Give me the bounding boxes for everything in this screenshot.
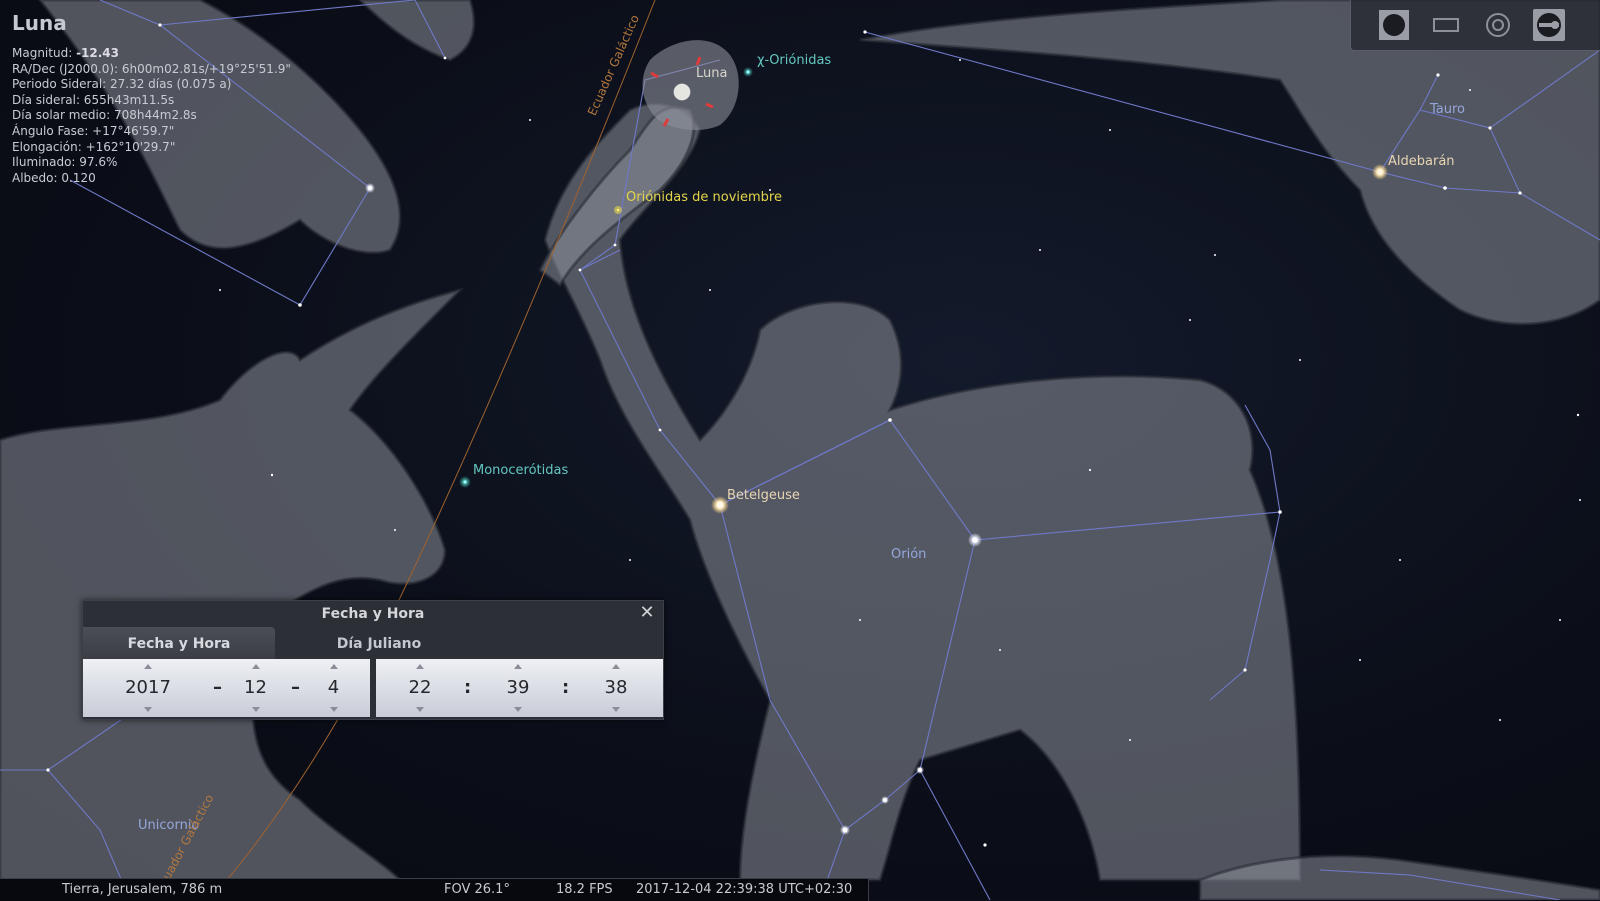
info-row-sidereal-day: Día sideral: 655h43m11.5s xyxy=(12,92,175,107)
hour-value[interactable]: 22 xyxy=(396,678,444,698)
second-up-arrow-icon[interactable] xyxy=(612,664,620,669)
info-row-elongation: Elongación: +162°10'29.7" xyxy=(12,139,176,154)
date-time-dialog[interactable]: Fecha y Hora ✕ Fecha y Hora Día Juliano … xyxy=(82,600,664,720)
second-down-arrow-icon[interactable] xyxy=(612,707,620,712)
orion-label[interactable]: Orión xyxy=(891,547,926,562)
hour-down-arrow-icon[interactable] xyxy=(416,707,424,712)
wrench-icon[interactable] xyxy=(1533,9,1565,41)
date-separator: – xyxy=(291,677,300,698)
day-spinner[interactable]: 4 xyxy=(311,659,356,717)
object-name: Luna xyxy=(12,11,67,35)
upper-mid-art xyxy=(357,0,476,62)
tab-julian-day[interactable]: Día Juliano xyxy=(279,627,479,659)
circle-icon[interactable] xyxy=(1378,9,1410,41)
month-spinner[interactable]: 12 xyxy=(233,659,278,717)
second-spinner[interactable]: 38 xyxy=(592,659,640,717)
tab-date-time[interactable]: Fecha y Hora xyxy=(83,627,275,659)
year-value[interactable]: 2017 xyxy=(103,678,193,698)
day-up-arrow-icon[interactable] xyxy=(329,664,338,669)
minute-down-arrow-icon[interactable] xyxy=(514,707,522,712)
location-text[interactable]: Tierra, Jerusalem, 786 m xyxy=(62,882,222,897)
minute-spinner[interactable]: 39 xyxy=(494,659,542,717)
month-up-arrow-icon[interactable] xyxy=(251,664,260,669)
time-separator: : xyxy=(562,677,570,698)
year-up-arrow-icon[interactable] xyxy=(144,664,152,669)
date-separator: – xyxy=(213,677,222,698)
info-row-sidereal-period: Periodo Sideral: 27.32 días (0.075 a) xyxy=(12,77,232,92)
hour-spinner[interactable]: 22 xyxy=(396,659,444,717)
november-orionids-label[interactable]: Oriónidas de noviembre xyxy=(626,190,782,205)
month-value[interactable]: 12 xyxy=(233,678,278,698)
chi-orionids-label[interactable]: χ-Oriónidas xyxy=(757,53,831,68)
status-bar: Tierra, Jerusalem, 786 m FOV 26.1° 18.2 … xyxy=(0,878,869,901)
top-toolbar xyxy=(1350,0,1600,51)
minute-up-arrow-icon[interactable] xyxy=(514,664,522,669)
moon-marker[interactable] xyxy=(642,40,739,130)
orion-art xyxy=(543,102,1302,882)
close-icon[interactable]: ✕ xyxy=(637,603,657,623)
minute-value[interactable]: 39 xyxy=(494,678,542,698)
lower-right-art xyxy=(1198,854,1600,900)
taurus-label[interactable]: Tauro xyxy=(1430,102,1465,117)
day-down-arrow-icon[interactable] xyxy=(329,707,338,712)
datetime-text[interactable]: 2017-12-04 22:39:38 UTC+02:30 xyxy=(636,882,852,897)
info-row-illuminated: Iluminado: 97.6% xyxy=(12,155,118,170)
monocerotids-label[interactable]: Monocerótidas xyxy=(473,463,568,478)
betelgeuse-label[interactable]: Betelgeuse xyxy=(727,488,800,503)
info-row-radec: RA/Dec (J2000.0): 6h00m02.81s/+19°25'51.… xyxy=(12,61,291,76)
rectangle-icon[interactable] xyxy=(1430,9,1462,41)
object-info-panel: Luna Magnitud: -12.43 RA/Dec (J2000.0): … xyxy=(12,10,291,186)
year-down-arrow-icon[interactable] xyxy=(144,707,152,712)
info-row-phase-angle: Ángulo Fase: +17°46'59.7" xyxy=(12,123,175,138)
monoceros-art xyxy=(0,287,465,882)
target-icon[interactable] xyxy=(1482,9,1514,41)
time-separator: : xyxy=(464,677,472,698)
info-row-mean-solar-day: Día solar medio: 708h44m2.8s xyxy=(12,108,197,123)
hour-up-arrow-icon[interactable] xyxy=(416,664,424,669)
second-value[interactable]: 38 xyxy=(592,678,640,698)
month-down-arrow-icon[interactable] xyxy=(251,707,260,712)
dialog-title: Fecha y Hora xyxy=(321,606,425,622)
fps-text: 18.2 FPS xyxy=(556,882,613,897)
info-row-albedo: Albedo: 0.120 xyxy=(12,170,96,185)
year-spinner[interactable]: 2017 xyxy=(103,659,193,717)
info-row-magnitude: Magnitud: -12.43 xyxy=(12,46,119,60)
date-spinbox: 2017 – 12 – 4 xyxy=(83,659,370,717)
fov-text: FOV 26.1° xyxy=(444,882,510,897)
aldebaran-label[interactable]: Aldebarán xyxy=(1388,154,1455,169)
moon-label[interactable]: Luna xyxy=(696,66,727,81)
day-value[interactable]: 4 xyxy=(311,678,356,698)
time-spinbox: 22 : 39 : 38 xyxy=(376,659,663,717)
